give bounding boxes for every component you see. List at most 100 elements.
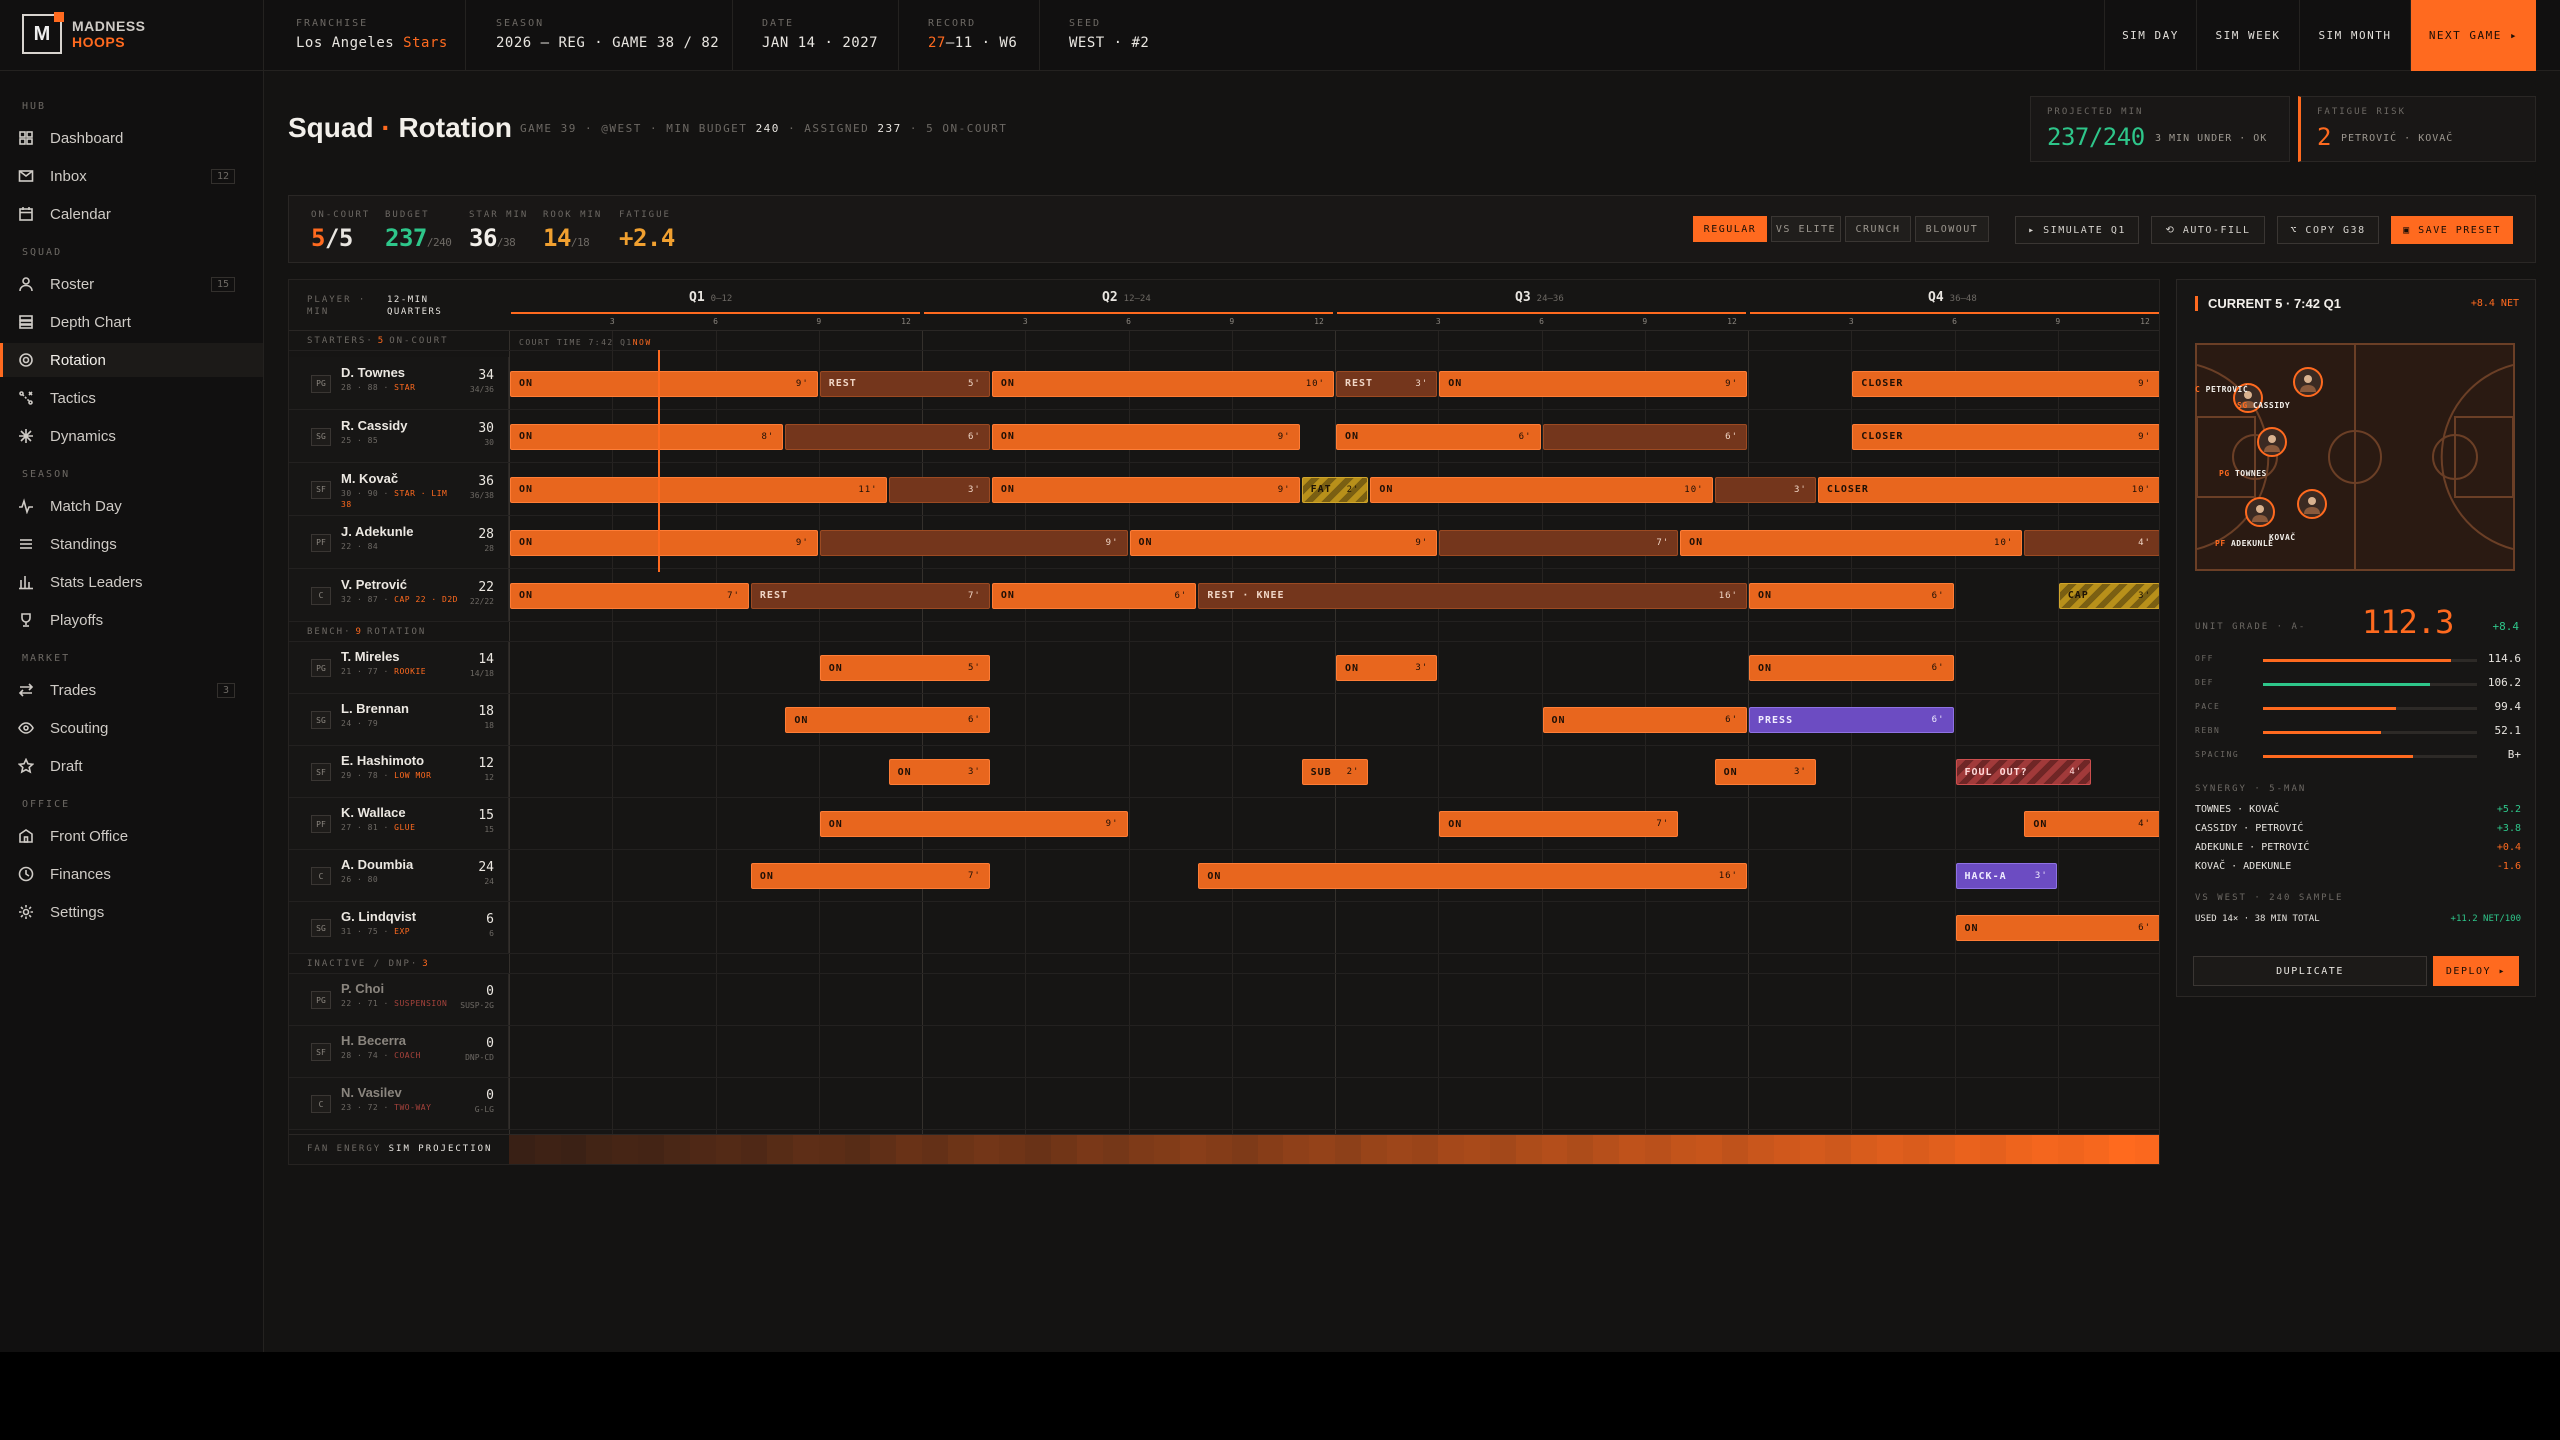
player-cell[interactable]: PG D. Townes 28 · 88 · STAR 34 34/36	[289, 357, 509, 409]
player-row[interactable]: PF K. Wallace 27 · 81 · GLUE 15 15 ON 9' ON 7' ON…	[289, 798, 2159, 850]
sidebar-item-tactics[interactable]: Tactics	[0, 381, 263, 415]
duplicate-button[interactable]: DUPLICATE	[2193, 956, 2427, 986]
stint-bar[interactable]: ON 6'	[785, 707, 990, 733]
stint-bar[interactable]: SUB 2'	[1301, 759, 1369, 785]
player-row[interactable]: SG G. Lindqvist 31 · 75 · EXP 6 6 ON 6'	[289, 902, 2159, 954]
stint-bar[interactable]: CAP 3'	[2058, 582, 2159, 609]
player-name[interactable]: T. Mireles	[341, 649, 400, 664]
player-name[interactable]: K. Wallace	[341, 805, 406, 820]
player-cell[interactable]: C V. Petrović 32 · 87 · CAP 22 · D2D 22 22/2…	[289, 569, 509, 621]
player-row[interactable]: SF M. Kovač 30 · 90 · STAR · LIM 38 36 36/38…	[289, 463, 2159, 516]
stint-bar[interactable]: ON 6'	[1542, 707, 1747, 733]
stint-bar[interactable]: CLOSER 10'	[1817, 476, 2159, 503]
sidebar-item-draft[interactable]: Draft	[0, 749, 263, 783]
stint-bar[interactable]: ON 6'	[1749, 582, 1954, 609]
sidebar-item-finances[interactable]: Finances	[0, 857, 263, 891]
player-row[interactable]: SG L. Brennan 24 · 79 18 18 ON 6' ON 6' PRESS 6'	[289, 694, 2159, 746]
sidebar-item-inbox[interactable]: Inbox 12	[0, 159, 263, 193]
deploy-button[interactable]: DEPLOY ▸	[2433, 956, 2519, 986]
stint-bar[interactable]: ON 10'	[1370, 476, 1713, 503]
stint-bar[interactable]: CLOSER 9'	[1852, 423, 2159, 450]
player-row[interactable]: SF H. Becerra 28 · 74 · COACH 0 DNP-CD	[289, 1026, 2159, 1078]
sidebar-item-trades[interactable]: Trades 3	[0, 673, 263, 707]
player-cell[interactable]: PF K. Wallace 27 · 81 · GLUE 15 15	[289, 798, 509, 849]
stint-bar[interactable]: ON 7'	[1439, 811, 1679, 837]
stint-bar[interactable]: 7'	[1439, 529, 1679, 556]
stint-bar[interactable]: ON 10'	[991, 370, 1334, 397]
synergy-row[interactable]: TOWNES · KOVAČ +5.2	[2195, 804, 2521, 815]
player-name[interactable]: M. Kovač	[341, 471, 398, 486]
sim-week-button[interactable]: SIM WEEK	[2196, 0, 2299, 71]
player-row[interactable]: SF E. Hashimoto 29 · 78 · LOW MOR 12 12 ON 3' S…	[289, 746, 2159, 798]
stint-bar[interactable]: 3'	[1714, 476, 1816, 503]
player-cell[interactable]: PF J. Adekunle 22 · 84 28 28	[289, 516, 509, 568]
auto-fill-button[interactable]: ⟲ AUTO-FILL	[2151, 216, 2265, 244]
stint-bar[interactable]: ON 9'	[1439, 370, 1747, 397]
player-row[interactable]: SG R. Cassidy 25 · 85 30 30 ON 8' 6' ON 9' ON 6' 6' C…	[289, 410, 2159, 463]
quarter-q1-header[interactable]: Q1 0–12	[689, 290, 732, 305]
mode-crunch[interactable]: CRUNCH	[1845, 216, 1911, 242]
player-name[interactable]: V. Petrović	[341, 577, 407, 592]
stint-bar[interactable]: REST 5'	[819, 370, 990, 397]
player-name[interactable]: L. Brennan	[341, 701, 409, 716]
sidebar-item-roster[interactable]: Roster 15	[0, 267, 263, 301]
stint-bar[interactable]: CLOSER 9'	[1852, 370, 2159, 397]
player-name[interactable]: R. Cassidy	[341, 418, 407, 433]
stint-bar[interactable]: ON 6'	[991, 582, 1197, 609]
mode-vs-elite[interactable]: VS ELITE	[1771, 216, 1841, 242]
sidebar-item-dashboard[interactable]: Dashboard	[0, 121, 263, 155]
player-name[interactable]: J. Adekunle	[341, 524, 413, 539]
now-marker[interactable]	[658, 350, 660, 572]
player-row[interactable]: PG T. Mireles 21 · 77 · ROOKIE 14 14/18 ON 5' O…	[289, 642, 2159, 694]
player-cell[interactable]: SF M. Kovač 30 · 90 · STAR · LIM 38 36 36/38	[289, 463, 509, 515]
sidebar-item-rotation[interactable]: Rotation	[0, 343, 263, 377]
stint-bar[interactable]: ON 11'	[510, 476, 887, 503]
player-name[interactable]: E. Hashimoto	[341, 753, 424, 768]
player-row[interactable]: PF J. Adekunle 22 · 84 28 28 ON 9' 9' ON 9' 7' ON 10…	[289, 516, 2159, 569]
stint-bar[interactable]: ON 3'	[888, 759, 990, 785]
stint-bar[interactable]: 4'	[2024, 529, 2159, 556]
stint-bar[interactable]: 3'	[888, 476, 990, 503]
stint-bar[interactable]: ON 9'	[510, 370, 818, 397]
synergy-row[interactable]: KOVAČ · ADEKUNLE -1.6	[2195, 861, 2521, 872]
stint-bar[interactable]: ON 9'	[819, 811, 1128, 837]
stint-bar[interactable]: FOUL OUT? 4'	[1955, 759, 2092, 785]
logo[interactable]: M MADNESS HOOPS	[22, 12, 146, 54]
player-row[interactable]: C A. Doumbia 26 · 80 24 24 ON 7' ON 16' HACK-A 3'	[289, 850, 2159, 902]
stint-bar[interactable]: REST 7'	[750, 582, 990, 609]
save-preset-button[interactable]: ▣ SAVE PRESET	[2391, 216, 2513, 244]
stint-bar[interactable]: ON 9'	[991, 423, 1300, 450]
stint-bar[interactable]: ON 9'	[510, 529, 818, 556]
player-name[interactable]: A. Doumbia	[341, 857, 413, 872]
stint-bar[interactable]: ON 10'	[1680, 529, 2023, 556]
stint-bar[interactable]: ON 6'	[1336, 423, 1541, 450]
stint-bar[interactable]: ON 5'	[819, 655, 990, 681]
court-player-avatar[interactable]	[2293, 367, 2323, 397]
sidebar-item-stats-leaders[interactable]: Stats Leaders	[0, 565, 263, 599]
simulate-q1-button[interactable]: ▸ SIMULATE Q1	[2015, 216, 2139, 244]
player-cell[interactable]: PG T. Mireles 21 · 77 · ROOKIE 14 14/18	[289, 642, 509, 693]
court-player-avatar[interactable]	[2245, 497, 2275, 527]
sidebar-item-standings[interactable]: Standings	[0, 527, 263, 561]
stint-bar[interactable]: ON 6'	[1955, 915, 2159, 941]
court-player-avatar[interactable]	[2297, 489, 2327, 519]
player-row[interactable]: PG D. Townes 28 · 88 · STAR 34 34/36 ON 9' REST…	[289, 357, 2159, 410]
sidebar-item-dynamics[interactable]: Dynamics	[0, 419, 263, 453]
player-cell[interactable]: SF E. Hashimoto 29 · 78 · LOW MOR 12 12	[289, 746, 509, 797]
player-row[interactable]: C V. Petrović 32 · 87 · CAP 22 · D2D 22 22/2…	[289, 569, 2159, 622]
sidebar-item-front-office[interactable]: Front Office	[0, 819, 263, 853]
stint-bar[interactable]: ON 4'	[2024, 811, 2159, 837]
stint-bar[interactable]: ON 9'	[1129, 529, 1438, 556]
sidebar-item-settings[interactable]: Settings	[0, 895, 263, 929]
stint-bar[interactable]: ON 16'	[1198, 863, 1747, 889]
player-cell[interactable]: SG L. Brennan 24 · 79 18 18	[289, 694, 509, 745]
player-cell[interactable]: PG P. Choi 22 · 71 · SUSPENSION 0 SUSP·2G	[289, 974, 509, 1025]
mode-regular[interactable]: REGULAR	[1693, 216, 1767, 242]
player-cell[interactable]: C A. Doumbia 26 · 80 24 24	[289, 850, 509, 901]
sidebar-item-match-day[interactable]: Match Day	[0, 489, 263, 523]
player-row[interactable]: C N. Vasilev 23 · 72 · TWO-WAY 0 G-LG	[289, 1078, 2159, 1130]
stint-bar[interactable]: ON 7'	[750, 863, 990, 889]
sidebar-item-depth-chart[interactable]: Depth Chart	[0, 305, 263, 339]
quarter-q2-header[interactable]: Q2 12–24	[1102, 290, 1151, 305]
sim-month-button[interactable]: SIM MONTH	[2299, 0, 2410, 71]
